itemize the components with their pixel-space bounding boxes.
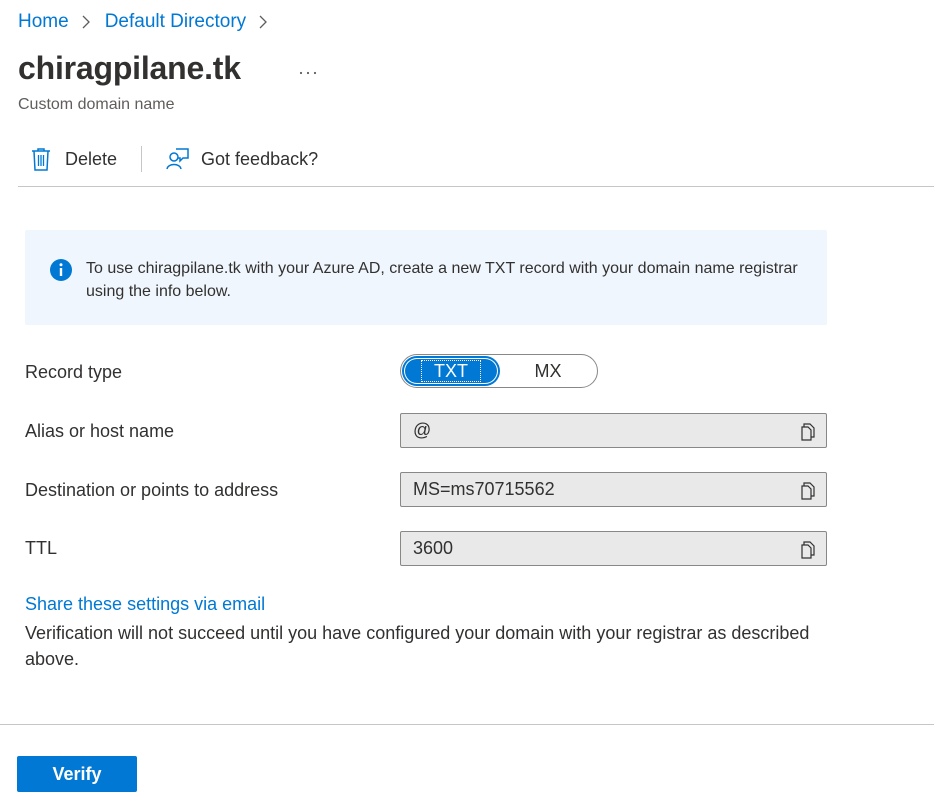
- feedback-person-icon: [165, 146, 189, 172]
- breadcrumb-home-link[interactable]: Home: [18, 11, 69, 33]
- command-bar: Delete Got feedback?: [18, 140, 318, 178]
- ttl-label: TTL: [25, 538, 58, 558]
- record-type-toggle: TXT MX: [400, 354, 598, 388]
- alias-field[interactable]: @: [400, 413, 827, 448]
- info-icon: [49, 258, 73, 282]
- record-type-mx-option[interactable]: MX: [501, 358, 595, 384]
- ellipsis-icon: [299, 71, 317, 75]
- record-type-txt-option[interactable]: TXT: [404, 358, 498, 384]
- chevron-right-icon: [79, 14, 93, 30]
- info-banner: To use chiragpilane.tk with your Azure A…: [25, 230, 827, 325]
- alias-label: Alias or host name: [25, 421, 175, 441]
- verify-button[interactable]: Verify: [17, 756, 137, 792]
- ttl-value: 3600: [413, 538, 454, 558]
- destination-value: MS=ms70715562: [413, 479, 555, 499]
- trash-icon: [29, 146, 53, 172]
- record-type-label: Record type: [25, 362, 123, 382]
- chevron-right-icon: [256, 14, 270, 30]
- toolbar-divider: [141, 146, 143, 172]
- breadcrumb: Home Default Directory: [18, 10, 282, 34]
- feedback-label: Got feedback?: [201, 148, 319, 169]
- toolbar-divider-line: [18, 186, 934, 187]
- page-title: chiragpilane.tk: [18, 50, 241, 86]
- copy-icon[interactable]: [798, 422, 818, 442]
- feedback-button[interactable]: Got feedback?: [154, 146, 318, 172]
- delete-button[interactable]: Delete: [18, 146, 117, 172]
- copy-icon[interactable]: [798, 481, 818, 501]
- breadcrumb-directory-link[interactable]: Default Directory: [105, 11, 247, 33]
- ttl-field[interactable]: 3600: [400, 531, 827, 566]
- copy-icon[interactable]: [798, 540, 818, 560]
- banner-message: To use chiragpilane.tk with your Azure A…: [86, 260, 798, 300]
- verification-note: Verification will not succeed until you …: [25, 623, 810, 669]
- footer-divider: [0, 724, 934, 725]
- page-subtitle: Custom domain name: [18, 96, 175, 113]
- destination-field[interactable]: MS=ms70715562: [400, 472, 827, 507]
- delete-label: Delete: [65, 148, 118, 169]
- more-options-button[interactable]: [296, 56, 320, 80]
- alias-value: @: [413, 420, 432, 440]
- destination-label: Destination or points to address: [25, 480, 279, 500]
- share-settings-email-link[interactable]: Share these settings via email: [25, 594, 265, 615]
